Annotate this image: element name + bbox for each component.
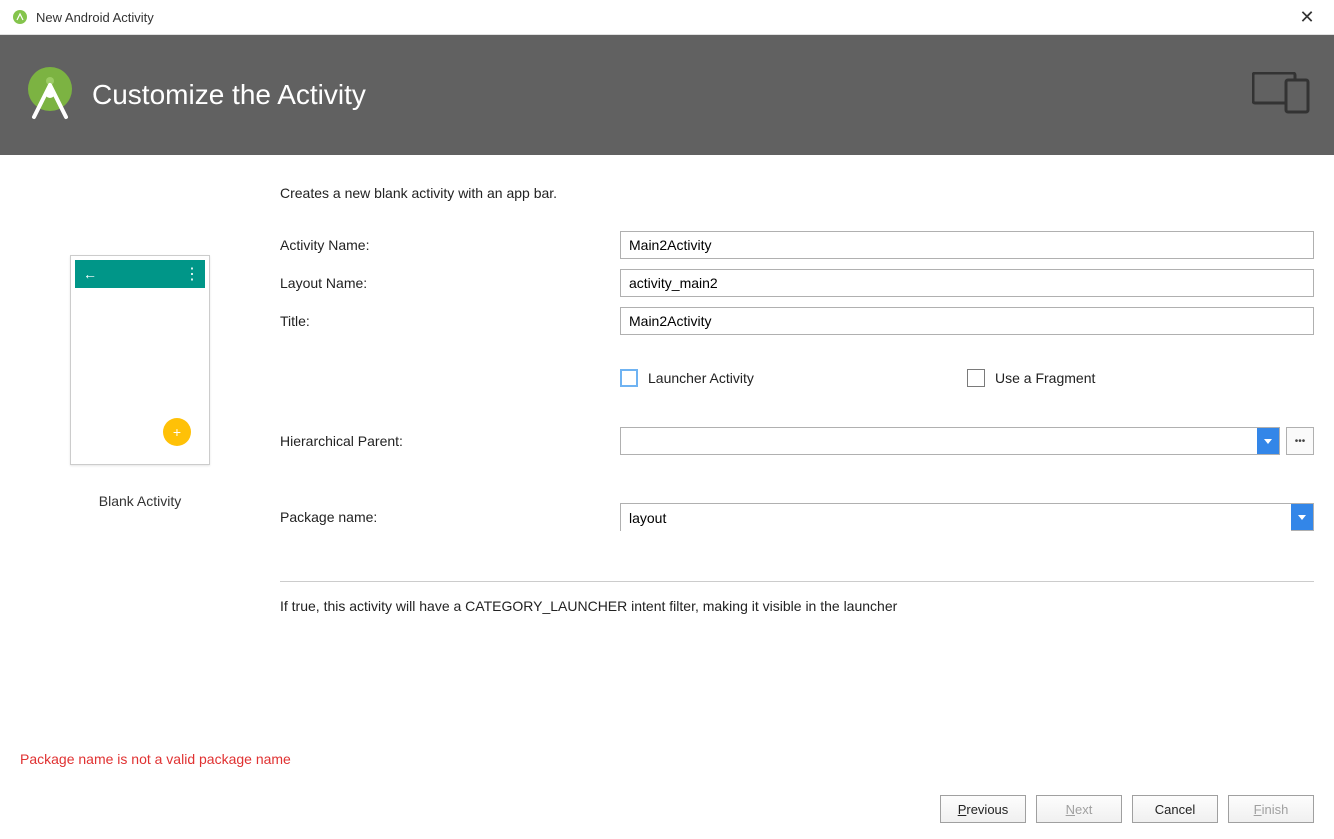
activity-name-input[interactable] (620, 231, 1314, 259)
template-gallery: ← ⋮ + Blank Activity (20, 185, 260, 725)
hierarchical-parent-combo[interactable] (620, 427, 1280, 455)
separator (280, 581, 1314, 582)
preview-fab-icon: + (163, 418, 191, 446)
android-studio-icon (12, 9, 28, 25)
template-caption: Blank Activity (99, 493, 181, 509)
use-fragment-label: Use a Fragment (995, 370, 1095, 386)
hierarchical-parent-label: Hierarchical Parent: (280, 433, 620, 449)
wizard-title: Customize the Activity (92, 79, 366, 111)
form-hint: If true, this activity will have a CATEG… (280, 598, 1314, 614)
form-description: Creates a new blank activity with an app… (280, 185, 1314, 201)
title-label: Title: (280, 313, 620, 329)
window-title: New Android Activity (36, 10, 154, 25)
hierarchical-parent-input[interactable] (621, 428, 1257, 454)
checkbox-icon (620, 369, 638, 387)
title-bar: New Android Activity ✕ (0, 0, 1334, 35)
activity-name-label: Activity Name: (280, 237, 620, 253)
finish-button[interactable]: Finish (1228, 795, 1314, 823)
browse-button[interactable]: ••• (1286, 427, 1314, 455)
title-input[interactable] (620, 307, 1314, 335)
package-name-combo[interactable] (620, 503, 1314, 531)
checkbox-icon (967, 369, 985, 387)
dropdown-icon[interactable] (1257, 428, 1279, 454)
layout-name-input[interactable] (620, 269, 1314, 297)
dropdown-icon[interactable] (1291, 504, 1313, 530)
launcher-activity-checkbox[interactable]: Launcher Activity (620, 369, 967, 387)
use-fragment-checkbox[interactable]: Use a Fragment (967, 369, 1314, 387)
wizard-header: Customize the Activity (0, 35, 1334, 155)
next-button[interactable]: Next (1036, 795, 1122, 823)
error-message: Package name is not a valid package name (20, 751, 1314, 767)
close-button[interactable]: ✕ (1292, 7, 1322, 28)
preview-overflow-icon: ⋮ (184, 264, 197, 284)
package-name-label: Package name: (280, 509, 620, 525)
layout-name-label: Layout Name: (280, 275, 620, 291)
form-area: Creates a new blank activity with an app… (260, 185, 1314, 725)
package-name-input[interactable] (621, 504, 1291, 532)
previous-button[interactable]: Previous (940, 795, 1026, 823)
launcher-activity-label: Launcher Activity (648, 370, 754, 386)
cancel-button[interactable]: Cancel (1132, 795, 1218, 823)
preview-back-icon: ← (83, 266, 97, 282)
button-bar: Previous Next Cancel Finish (20, 795, 1314, 823)
template-preview[interactable]: ← ⋮ + (70, 255, 210, 465)
device-preview-icon (1252, 72, 1314, 119)
android-studio-logo-icon (20, 65, 80, 125)
